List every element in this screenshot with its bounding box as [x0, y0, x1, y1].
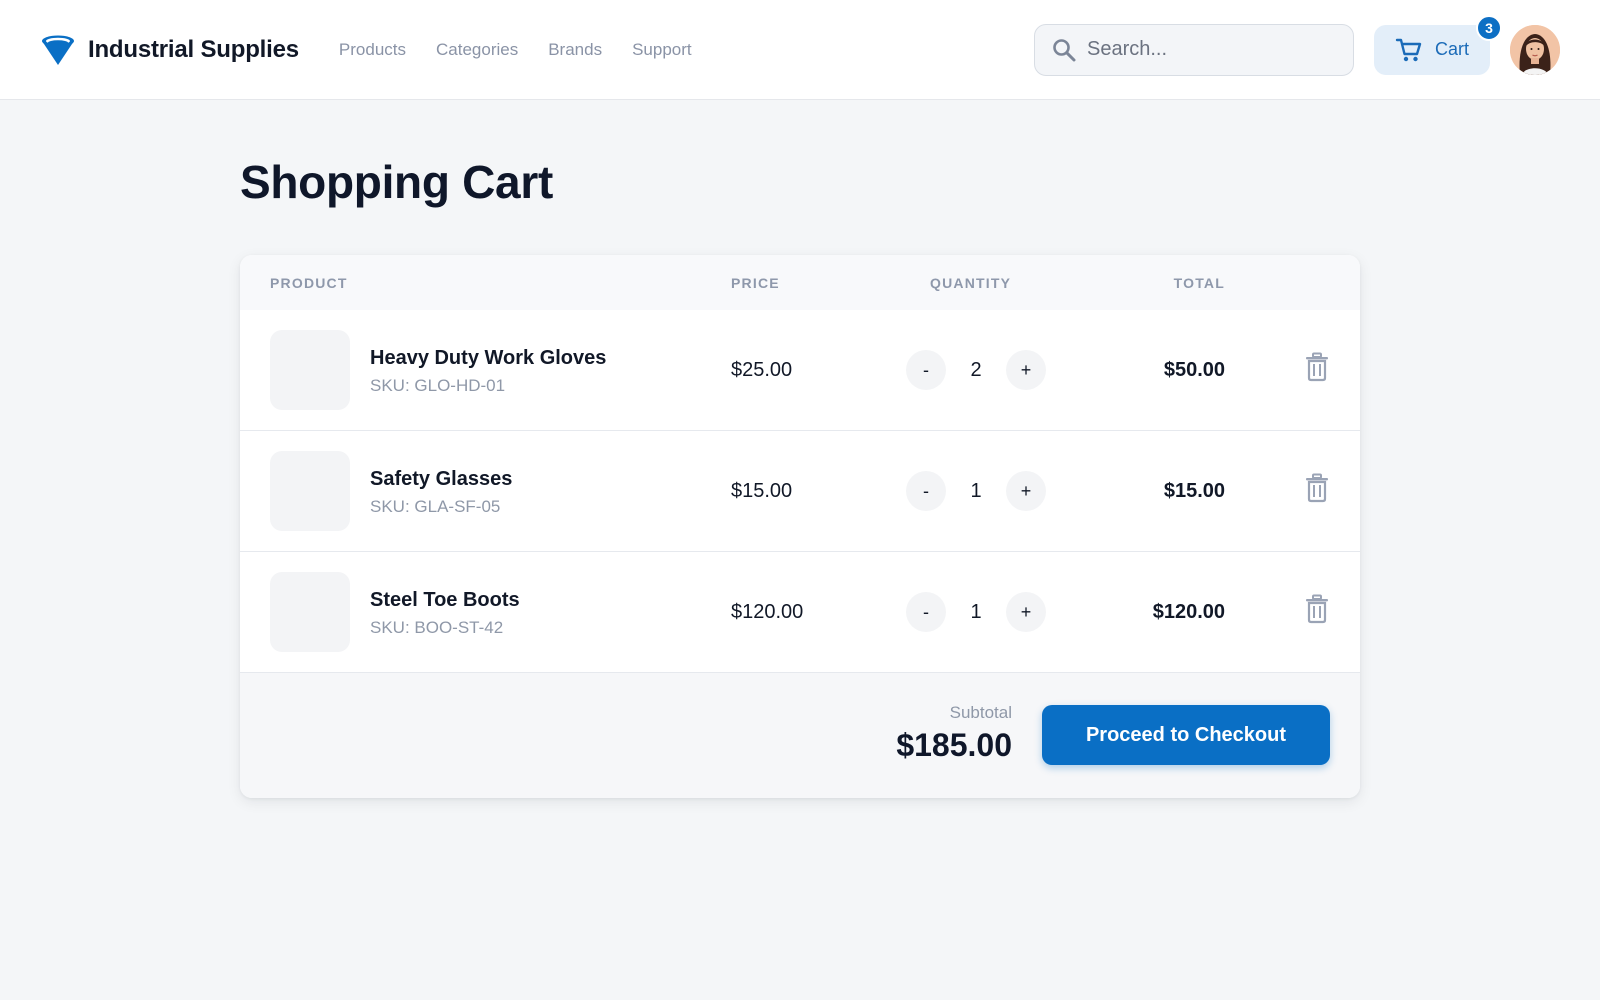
page-title: Shopping Cart — [240, 156, 553, 208]
cart-button[interactable]: Cart 3 — [1374, 14, 1502, 75]
cart-count-badge: 3 — [1476, 14, 1502, 41]
table-row: Safety Glasses SKU: GLA-SF-05 $15.00 - 1… — [240, 431, 1360, 552]
product-price: $120.00 — [731, 601, 804, 623]
quantity-decrease-button[interactable]: - — [906, 471, 946, 511]
search-box — [1034, 23, 1354, 76]
quantity-value: 1 — [970, 479, 982, 502]
brand-name: Industrial Supplies — [88, 35, 299, 63]
subtotal-value: $185.00 — [896, 727, 1012, 763]
funnel-logo-icon — [42, 35, 74, 65]
table-header: PRODUCT PRICE QUANTITY TOTAL — [240, 255, 1360, 310]
main-nav: Products Categories Brands Support — [339, 40, 692, 60]
quantity-increase-button[interactable]: + — [1006, 471, 1046, 511]
quantity-increase-button[interactable]: + — [1006, 592, 1046, 632]
quantity-decrease-button[interactable]: - — [906, 350, 946, 390]
product-name[interactable]: Safety Glasses — [370, 468, 512, 491]
top-header: Industrial Supplies Products Categories … — [0, 0, 1600, 100]
shopping-cart-icon — [1395, 38, 1422, 61]
nav-support[interactable]: Support — [632, 40, 692, 60]
table-row: Steel Toe Boots SKU: BOO-ST-42 $120.00 -… — [240, 552, 1360, 673]
cart-label: Cart — [1434, 39, 1469, 59]
header-actions: Cart 3 — [1034, 14, 1560, 76]
subtotal-label: Subtotal — [949, 703, 1012, 722]
line-total: $50.00 — [1163, 359, 1225, 381]
quantity-decrease-button[interactable]: - — [906, 592, 946, 632]
column-header-total: TOTAL — [1173, 274, 1225, 291]
quantity-value: 1 — [970, 600, 982, 623]
search-input[interactable] — [1087, 38, 1352, 61]
cart-summary: Subtotal $185.00 Proceed to Checkout — [240, 673, 1360, 798]
proceed-to-checkout-button[interactable]: Proceed to Checkout — [1042, 705, 1330, 765]
product-sku: SKU: GLA-SF-05 — [370, 497, 501, 516]
quantity-increase-button[interactable]: + — [1006, 350, 1046, 390]
column-header-price: PRICE — [731, 274, 780, 291]
column-header-quantity: QUANTITY — [930, 274, 1012, 291]
product-name[interactable]: Steel Toe Boots — [370, 589, 520, 612]
nav-categories[interactable]: Categories — [436, 40, 518, 60]
trash-icon[interactable] — [1304, 352, 1330, 382]
column-header-product: PRODUCT — [270, 274, 348, 291]
product-thumbnail — [270, 572, 350, 652]
product-sku: SKU: GLO-HD-01 — [370, 376, 506, 395]
table-row: Heavy Duty Work Gloves SKU: GLO-HD-01 $2… — [240, 310, 1360, 431]
nav-brands[interactable]: Brands — [548, 40, 602, 60]
line-total: $120.00 — [1152, 601, 1225, 623]
trash-icon[interactable] — [1304, 473, 1330, 503]
product-sku: SKU: BOO-ST-42 — [370, 618, 504, 637]
nav-products[interactable]: Products — [339, 40, 406, 60]
product-thumbnail — [270, 451, 350, 531]
product-thumbnail — [270, 330, 350, 410]
cart-table-card: PRODUCT PRICE QUANTITY TOTAL Heavy Duty … — [240, 255, 1360, 798]
product-price: $25.00 — [731, 359, 793, 381]
avatar-portrait-icon — [1510, 24, 1560, 75]
product-price: $15.00 — [731, 480, 793, 502]
product-name[interactable]: Heavy Duty Work Gloves — [370, 347, 606, 370]
quantity-value: 2 — [970, 358, 982, 381]
trash-icon[interactable] — [1304, 594, 1330, 624]
line-total: $15.00 — [1163, 480, 1225, 502]
user-avatar[interactable] — [1510, 24, 1560, 75]
search-icon — [1053, 38, 1076, 61]
brand[interactable]: Industrial Supplies — [40, 32, 299, 68]
